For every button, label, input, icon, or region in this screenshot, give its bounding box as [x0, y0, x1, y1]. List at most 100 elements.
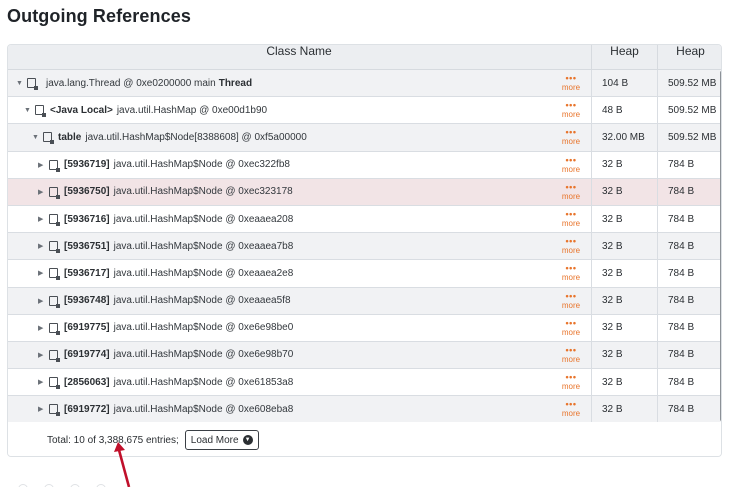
more-menu-button[interactable]: ••• more — [559, 127, 583, 147]
caret-right-icon[interactable]: ▶ — [38, 242, 47, 250]
more-menu-button[interactable]: ••• more — [559, 101, 583, 120]
more-menu-button[interactable]: ••• more — [559, 345, 583, 364]
field-name: [5936748] — [64, 295, 110, 307]
more-dots-icon: ••• — [565, 372, 577, 383]
page-title: Outgoing References — [7, 6, 191, 26]
more-menu-button[interactable]: ••• more — [559, 263, 583, 283]
class-name-cell: ▶ [5936751] java.util.HashMap$Node @ 0xe… — [8, 233, 553, 259]
caret-right-icon[interactable]: ▶ — [38, 405, 47, 413]
table-row[interactable]: ▶ [6919772] java.util.HashMap$Node @ 0xe… — [8, 396, 721, 424]
more-menu-button[interactable]: ••• more — [559, 181, 583, 201]
more-menu-button[interactable]: ••• more — [559, 209, 583, 228]
outgoing-references-table: Class Name Heap Heap ▼ java.lang.Thread … — [7, 44, 722, 457]
retained-heap-cell: 784 B — [657, 396, 721, 423]
class-name-cell: ▼ table java.util.HashMap$Node[8388608] … — [8, 124, 553, 150]
caret-right-icon[interactable]: ▶ — [38, 269, 47, 277]
class-name-cell: ▶ [5936750] java.util.HashMap$Node @ 0xe… — [8, 179, 553, 205]
retained-heap-cell: 784 B — [657, 151, 721, 178]
more-label: more — [561, 218, 581, 228]
class-name-cell: ▶ [6919774] java.util.HashMap$Node @ 0xe… — [8, 342, 553, 368]
table-row[interactable]: ▶ [5936751] java.util.HashMap$Node @ 0xe… — [8, 233, 721, 261]
more-menu-button[interactable]: ••• more — [559, 372, 583, 392]
object-label: java.util.HashMap$Node @ 0xec322fb8 — [113, 159, 290, 171]
table-row[interactable]: ▶ [5936750] java.util.HashMap$Node @ 0xe… — [8, 178, 721, 206]
caret-down-icon[interactable]: ▼ — [24, 107, 33, 114]
chevron-down-icon: ▼ — [242, 435, 253, 445]
more-dots-icon: ••• — [565, 181, 577, 192]
caret-right-icon[interactable]: ▶ — [38, 378, 47, 386]
object-label: java.util.HashMap @ 0xe00d1b90 — [116, 104, 268, 116]
more-label: more — [561, 354, 581, 364]
column-header-shallow-heap[interactable]: Heap — [591, 45, 657, 70]
caret-right-icon[interactable]: ▶ — [38, 297, 47, 305]
object-reference-icon — [49, 241, 60, 254]
more-dots-icon: ••• — [565, 127, 577, 138]
more-dots-icon: ••• — [565, 290, 577, 301]
table-row[interactable]: ▶ [5936717] java.util.HashMap$Node @ 0xe… — [8, 260, 721, 288]
field-name: [5936751] — [64, 240, 110, 252]
table-row[interactable]: ▶ [6919774] java.util.HashMap$Node @ 0xe… — [8, 341, 721, 370]
more-dots-icon: ••• — [565, 317, 577, 328]
more-label: more — [561, 110, 581, 120]
table-row[interactable]: ▼ table java.util.HashMap$Node[8388608] … — [8, 124, 721, 152]
caret-right-icon[interactable]: ▶ — [38, 188, 47, 196]
more-menu-button[interactable]: ••• more — [559, 317, 583, 337]
more-menu-button[interactable]: ••• more — [559, 154, 583, 174]
more-menu-button[interactable]: ••• more — [559, 290, 583, 310]
table-row[interactable]: ▶ [2856063] java.util.HashMap$Node @ 0xe… — [8, 369, 721, 397]
object-label: java.util.HashMap$Node @ 0xe61853a8 — [113, 376, 294, 388]
more-menu-button[interactable]: ••• more — [559, 73, 583, 93]
table-row[interactable]: ▼ <Java Local> java.util.HashMap @ 0xe00… — [8, 97, 721, 125]
table-body: ▼ java.lang.Thread @ 0xe0200000 main Thr… — [8, 70, 721, 424]
object-reference-icon — [49, 295, 60, 308]
class-name-cell: ▼ <Java Local> java.util.HashMap @ 0xe00… — [8, 97, 553, 123]
more-dots-icon: ••• — [565, 263, 577, 274]
table-row[interactable]: ▼ java.lang.Thread @ 0xe0200000 main Thr… — [8, 70, 721, 98]
shallow-heap-cell: 32 B — [591, 314, 657, 341]
object-reference-icon — [49, 349, 60, 362]
vertical-scrollbar[interactable] — [720, 71, 721, 421]
object-reference-icon — [49, 159, 60, 172]
field-name: table — [58, 131, 82, 143]
table-row[interactable]: ▶ [5936716] java.util.HashMap$Node @ 0xe… — [8, 205, 721, 234]
object-label: java.util.HashMap$Node @ 0xeaaea5f8 — [113, 295, 291, 307]
more-label: more — [561, 409, 581, 419]
object-label: java.util.HashMap$Node @ 0xeaaea208 — [113, 213, 294, 225]
field-name: [6919772] — [64, 403, 110, 415]
class-name-cell: ▶ [5936716] java.util.HashMap$Node @ 0xe… — [8, 206, 553, 232]
more-menu-button[interactable]: ••• more — [559, 399, 583, 419]
more-dots-icon: ••• — [565, 236, 577, 247]
caret-right-icon[interactable]: ▶ — [38, 215, 47, 223]
object-reference-icon — [43, 132, 54, 145]
caret-right-icon[interactable]: ▶ — [38, 324, 47, 332]
more-dots-icon: ••• — [565, 154, 577, 165]
retained-heap-cell: 784 B — [657, 233, 721, 260]
load-more-button[interactable]: Load More ▼ — [184, 430, 259, 450]
caret-down-icon[interactable]: ▼ — [16, 80, 25, 87]
annotation-arrow-icon — [114, 442, 131, 487]
caret-down-icon[interactable]: ▼ — [32, 134, 41, 141]
more-label: more — [561, 382, 581, 392]
load-more-label: Load More — [190, 434, 239, 446]
shallow-heap-cell: 32.00 MB — [591, 124, 657, 151]
column-header-retained-heap[interactable]: Heap — [657, 45, 721, 70]
table-row[interactable]: ▶ [5936748] java.util.HashMap$Node @ 0xe… — [8, 287, 721, 315]
caret-right-icon[interactable]: ▶ — [38, 161, 47, 169]
table-row[interactable]: ▶ [6919775] java.util.HashMap$Node @ 0xe… — [8, 314, 721, 342]
more-label: more — [561, 191, 581, 201]
retained-heap-cell: 509.52 MB — [657, 124, 721, 151]
retained-heap-cell: 784 B — [657, 369, 721, 396]
field-name: <Java Local> — [50, 104, 113, 116]
field-name: [5936750] — [64, 186, 110, 198]
caret-right-icon[interactable]: ▶ — [38, 351, 47, 359]
retained-heap-cell: 784 B — [657, 178, 721, 205]
more-dots-icon: ••• — [565, 73, 577, 83]
retained-heap-cell: 509.52 MB — [657, 97, 721, 124]
column-header-class-name[interactable]: Class Name — [8, 45, 590, 70]
field-name: [5936717] — [64, 267, 110, 279]
table-row[interactable]: ▶ [5936719] java.util.HashMap$Node @ 0xe… — [8, 151, 721, 179]
more-dots-icon: ••• — [565, 399, 577, 410]
retained-heap-cell: 784 B — [657, 287, 721, 314]
more-menu-button[interactable]: ••• more — [559, 236, 583, 256]
retained-heap-cell: 784 B — [657, 205, 721, 233]
